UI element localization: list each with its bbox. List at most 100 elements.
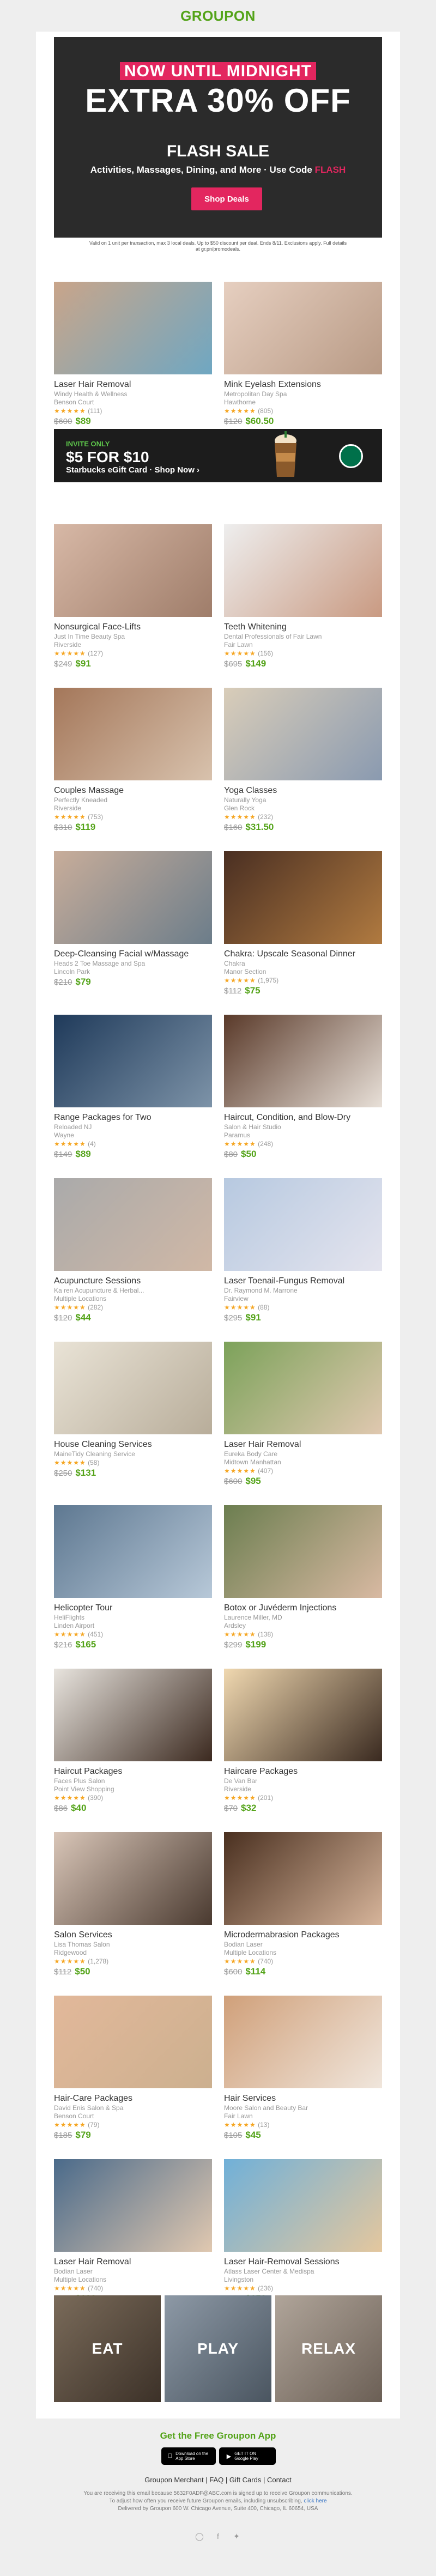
flash-sale-banner[interactable]: NOW UNTIL MIDNIGHT EXTRA 30% OFF FLASH S… [54, 37, 382, 238]
deal-prices: $185 $79 [54, 2129, 212, 2142]
shop-deals-button[interactable]: Shop Deals [191, 187, 262, 210]
deal-tile[interactable]: Microdermabrasion Packages Bodian Laser Mu… [224, 1832, 382, 1978]
deal-image[interactable] [224, 1832, 382, 1925]
twitter-icon[interactable]: ✦ [232, 2531, 241, 2541]
original-price: $310 [54, 823, 72, 832]
deal-title[interactable]: Salon Services [54, 1930, 212, 1941]
deal-image[interactable] [54, 2159, 212, 2252]
deal-image[interactable] [224, 524, 382, 617]
deal-image[interactable] [224, 1669, 382, 1761]
deal-title[interactable]: Laser Hair-Removal Sessions [224, 2257, 382, 2268]
deal-title[interactable]: Laser Toenail-Fungus Removal [224, 1276, 382, 1287]
deal-image[interactable] [54, 1015, 212, 1107]
deal-image[interactable] [54, 1669, 212, 1761]
deal-image[interactable] [224, 1342, 382, 1434]
deal-title[interactable]: Acupuncture Sessions [54, 1276, 212, 1287]
starbucks-promo-banner[interactable]: INVITE ONLY $5 FOR $10 Starbucks eGift C… [54, 429, 382, 482]
deal-image[interactable] [224, 282, 382, 374]
deal-image[interactable] [54, 1505, 212, 1598]
deal-tile[interactable]: Helicopter Tour HeliFlights Linden Airport… [54, 1505, 212, 1651]
deal-tile[interactable]: Laser Hair Removal Bodian Laser Multiple L… [54, 2159, 212, 2305]
deal-location: Paramus [224, 1131, 251, 1139]
deal-tile[interactable]: Hair-Care Packages David Enis Salon & Spa… [54, 1996, 212, 2142]
google-play-button[interactable]: ▶ GET IT ON Google Play [219, 2447, 276, 2465]
deal-rating: ★★★★★ (1,278) [54, 1957, 109, 1965]
deal-prices: $216 $165 [54, 1639, 212, 1651]
deal-image[interactable] [224, 1015, 382, 1107]
deal-title[interactable]: Hair-Care Packages [54, 2093, 212, 2104]
deal-tile[interactable]: Acupuncture Sessions Ka ren Acupuncture &… [54, 1178, 212, 1324]
deal-image[interactable] [54, 524, 212, 617]
deal-merchant: Faces Plus Salon [54, 1777, 105, 1785]
deal-tile[interactable]: Salon Services Lisa Thomas Salon Ridgewood… [54, 1832, 212, 1978]
deal-title[interactable]: Hair Services [224, 2093, 382, 2104]
deal-tile[interactable]: Yoga Classes Naturally Yoga Glen Rock ★★★★★… [224, 688, 382, 834]
deal-image[interactable] [224, 1178, 382, 1271]
deal-tile[interactable]: Range Packages for Two Reloaded NJ Wayne ★★… [54, 1015, 212, 1161]
instagram-icon[interactable]: ◯ [195, 2531, 204, 2541]
deal-title[interactable]: Laser Hair Removal [54, 2257, 212, 2268]
app-store-button[interactable]: Download on the App Store [161, 2447, 216, 2465]
deal-title[interactable]: Laser Hair Removal [224, 1439, 382, 1450]
footer-links[interactable]: Groupon Merchant | FAQ | Gift Cards | Co… [0, 2476, 436, 2484]
deal-tile[interactable]: Chakra: Upscale Seasonal Dinner Chakra Man… [224, 851, 382, 997]
deal-image[interactable] [224, 1505, 382, 1598]
unsubscribe-link[interactable]: click here [304, 2498, 326, 2504]
deal-title[interactable]: House Cleaning Services [54, 1439, 212, 1450]
original-price: $295 [224, 1313, 243, 1323]
deal-title[interactable]: Haircut Packages [54, 1766, 212, 1777]
deal-title[interactable]: Nonsurgical Face-Lifts [54, 622, 212, 633]
deal-tile[interactable]: Laser Toenail-Fungus Removal Dr. Raymond … [224, 1178, 382, 1324]
deal-title[interactable]: Couples Massage [54, 785, 212, 796]
apple-icon:  [168, 2453, 172, 2459]
category-play[interactable]: PLAY [165, 2295, 271, 2402]
deal-rating: ★★★★★ (138) [224, 1631, 274, 1638]
deal-tile[interactable]: Nonsurgical Face-Lifts Just In Time Beaut… [54, 524, 212, 670]
deal-tile[interactable]: Laser Hair Removal Windy Health & Wellnes… [54, 282, 212, 428]
deal-tile[interactable]: Botox or Juvéderm Injections Laurence Mil… [224, 1505, 382, 1651]
deal-tile[interactable]: Hair Services Moore Salon and Beauty Bar F… [224, 1996, 382, 2142]
deal-title[interactable]: Haircare Packages [224, 1766, 382, 1777]
deal-title[interactable]: Yoga Classes [224, 785, 382, 796]
deal-title[interactable]: Chakra: Upscale Seasonal Dinner [224, 949, 382, 960]
deal-tile[interactable]: Haircut, Condition, and Blow-Dry Salon & … [224, 1015, 382, 1161]
star-rating-icon: ★★★★★ [54, 1957, 86, 1965]
deal-image[interactable] [54, 1342, 212, 1434]
deal-tile[interactable]: Haircare Packages De Van Bar Riverside ★★★★… [224, 1669, 382, 1815]
deal-tile[interactable]: Laser Hair Removal Eureka Body Care Midtow… [224, 1342, 382, 1488]
deal-title[interactable]: Deep-Cleansing Facial w/Massage [54, 949, 212, 960]
deal-image[interactable] [224, 1996, 382, 2088]
deal-title[interactable]: Range Packages for Two [54, 1112, 212, 1123]
deal-title[interactable]: Mink Eyelash Extensions [224, 379, 382, 390]
groupon-logo[interactable]: GROUPON [0, 0, 436, 32]
deal-tile[interactable]: Laser Hair-Removal Sessions Atlass Laser … [224, 2159, 382, 2305]
deal-image[interactable] [54, 688, 212, 780]
deal-image[interactable] [224, 688, 382, 780]
star-rating-icon: ★★★★★ [224, 1304, 256, 1311]
deal-title[interactable]: Laser Hair Removal [54, 379, 212, 390]
deal-tile[interactable]: House Cleaning Services MaineTidy Cleanin… [54, 1342, 212, 1480]
deal-title[interactable]: Teeth Whitening [224, 622, 382, 633]
promo-cta[interactable]: Starbucks eGift Card · Shop Now › [66, 465, 199, 475]
deal-image[interactable] [54, 851, 212, 944]
facebook-icon[interactable]: f [213, 2531, 223, 2541]
deal-image[interactable] [54, 282, 212, 374]
deal-title[interactable]: Helicopter Tour [54, 1603, 212, 1614]
deal-image[interactable] [224, 2159, 382, 2252]
deal-title[interactable]: Botox or Juvéderm Injections [224, 1603, 382, 1614]
deal-title[interactable]: Haircut, Condition, and Blow-Dry [224, 1112, 382, 1123]
deal-merchant: Dental Professionals of Fair Lawn [224, 633, 322, 640]
deal-image[interactable] [224, 851, 382, 944]
deal-image[interactable] [54, 1178, 212, 1271]
deal-tile[interactable]: Teeth Whitening Dental Professionals of F… [224, 524, 382, 670]
deal-tile[interactable]: Mink Eyelash Extensions Metropolitan Day … [224, 282, 382, 428]
deal-tile[interactable]: Haircut Packages Faces Plus Salon Point Vi… [54, 1669, 212, 1815]
deal-tile[interactable]: Deep-Cleansing Facial w/Massage Heads 2 T… [54, 851, 212, 989]
deal-title[interactable]: Microdermabrasion Packages [224, 1930, 382, 1941]
deal-tile[interactable]: Couples Massage Perfectly Kneaded Riversid… [54, 688, 212, 834]
star-rating-icon: ★★★★★ [54, 2284, 86, 2292]
category-eat[interactable]: EAT [54, 2295, 161, 2402]
deal-image[interactable] [54, 1832, 212, 1925]
deal-image[interactable] [54, 1996, 212, 2088]
category-relax[interactable]: RELAX [275, 2295, 382, 2402]
